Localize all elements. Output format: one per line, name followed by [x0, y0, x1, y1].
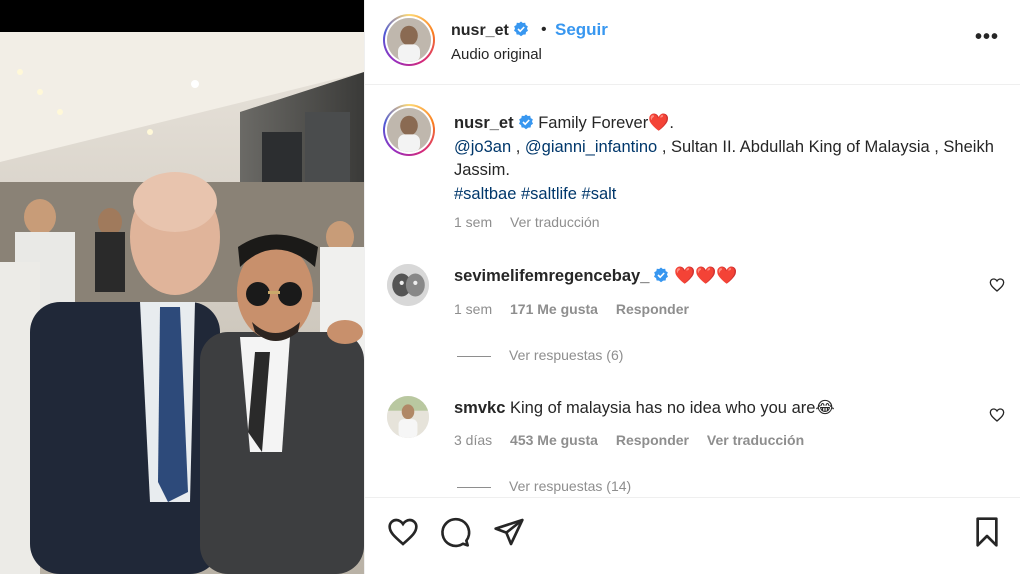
hashtag-saltbae[interactable]: #saltbae — [454, 185, 516, 203]
caption-time[interactable]: 1 sem — [454, 214, 492, 230]
caption-separator: , — [511, 137, 525, 156]
translate-button[interactable]: Ver traducción — [510, 214, 600, 230]
verified-badge-icon — [513, 21, 528, 37]
reply-button[interactable]: Responder — [616, 301, 689, 317]
comment-username[interactable]: smvkc — [454, 399, 505, 417]
reply-button[interactable]: Responder — [616, 432, 689, 448]
comment-meta: 1 sem 171 Me gusta Responder — [454, 301, 703, 317]
hashtag-salt[interactable]: #salt — [582, 185, 617, 203]
verified-badge-icon — [518, 114, 533, 130]
post-photo-illustration — [0, 32, 364, 574]
view-replies-label: Ver respuestas (14) — [509, 478, 632, 494]
caption-period: . — [669, 114, 674, 132]
post-photo[interactable] — [0, 32, 364, 574]
like-button[interactable] — [387, 516, 419, 548]
comment-body: sevimelifemregencebay_ ❤️❤️❤️ — [454, 266, 737, 286]
commenter-avatar[interactable] — [387, 396, 429, 438]
caption-avatar[interactable] — [383, 104, 435, 156]
comment-icon — [441, 517, 471, 548]
save-button[interactable] — [971, 516, 1003, 548]
view-replies-button[interactable]: Ver respuestas (6) — [457, 347, 623, 363]
avatar-image — [387, 396, 429, 438]
post-action-bar — [365, 497, 1020, 574]
audio-label[interactable]: Audio original — [451, 46, 542, 63]
caption-text: nusr_et Family Forever❤️. @jo3an , @gian… — [454, 111, 994, 206]
comment-meta: 3 días 453 Me gusta Responder Ver traduc… — [454, 432, 818, 448]
post-detail-panel: nusr_et • Seguir Audio original ••• nusr… — [364, 0, 1020, 574]
author-avatar[interactable] — [383, 14, 435, 66]
verified-badge-icon — [654, 267, 669, 283]
share-button[interactable] — [493, 516, 525, 548]
mention-jo3an[interactable]: @jo3an — [454, 138, 511, 156]
comment-body: smvkc King of malaysia has no idea who y… — [454, 398, 835, 418]
commenter-avatar[interactable] — [387, 264, 429, 306]
paper-plane-icon — [494, 518, 524, 546]
mention-gianni-infantino[interactable]: @gianni_infantino — [525, 138, 657, 156]
caption-meta: 1 sem Ver traducción — [454, 214, 614, 230]
comment-username[interactable]: sevimelifemregencebay_ — [454, 267, 649, 285]
view-replies-label: Ver respuestas (6) — [509, 347, 624, 363]
comment-likes[interactable]: 453 Me gusta — [510, 432, 598, 448]
heart-icon — [388, 518, 418, 546]
caption-line: Family Forever — [538, 114, 649, 132]
comment-likes[interactable]: 171 Me gusta — [510, 301, 598, 317]
bookmark-icon — [976, 517, 998, 547]
author-username[interactable]: nusr_et — [451, 21, 529, 40]
comment-time[interactable]: 3 días — [454, 432, 492, 448]
post-caption: nusr_et Family Forever❤️. @jo3an , @gian… — [365, 86, 1020, 246]
comment-time[interactable]: 1 sem — [454, 301, 492, 317]
post-header: nusr_et • Seguir Audio original ••• — [365, 0, 1020, 85]
follow-button[interactable]: Seguir — [555, 20, 608, 40]
comment-like-heart-icon[interactable] — [989, 277, 1005, 293]
replies-divider — [457, 486, 491, 488]
post-media[interactable] — [0, 0, 364, 574]
caption-username[interactable]: nusr_et — [454, 114, 514, 132]
replies-divider — [457, 355, 491, 357]
heart-emoji: ❤️ — [648, 113, 670, 132]
avatar-image — [387, 18, 431, 62]
comment-like-heart-icon[interactable] — [989, 407, 1005, 423]
comment-text: King of malaysia has no idea who you are… — [509, 399, 835, 417]
avatar-image — [387, 264, 429, 306]
avatar-image — [387, 108, 431, 152]
more-options-icon[interactable]: ••• — [975, 26, 999, 49]
view-replies-button[interactable]: Ver respuestas (14) — [457, 478, 631, 494]
header-separator: • — [541, 21, 547, 38]
hashtag-saltlife[interactable]: #saltlife — [521, 185, 577, 203]
comment-text: ❤️❤️❤️ — [673, 266, 738, 285]
translate-button[interactable]: Ver traducción — [707, 432, 804, 448]
comment-button[interactable] — [439, 516, 471, 548]
